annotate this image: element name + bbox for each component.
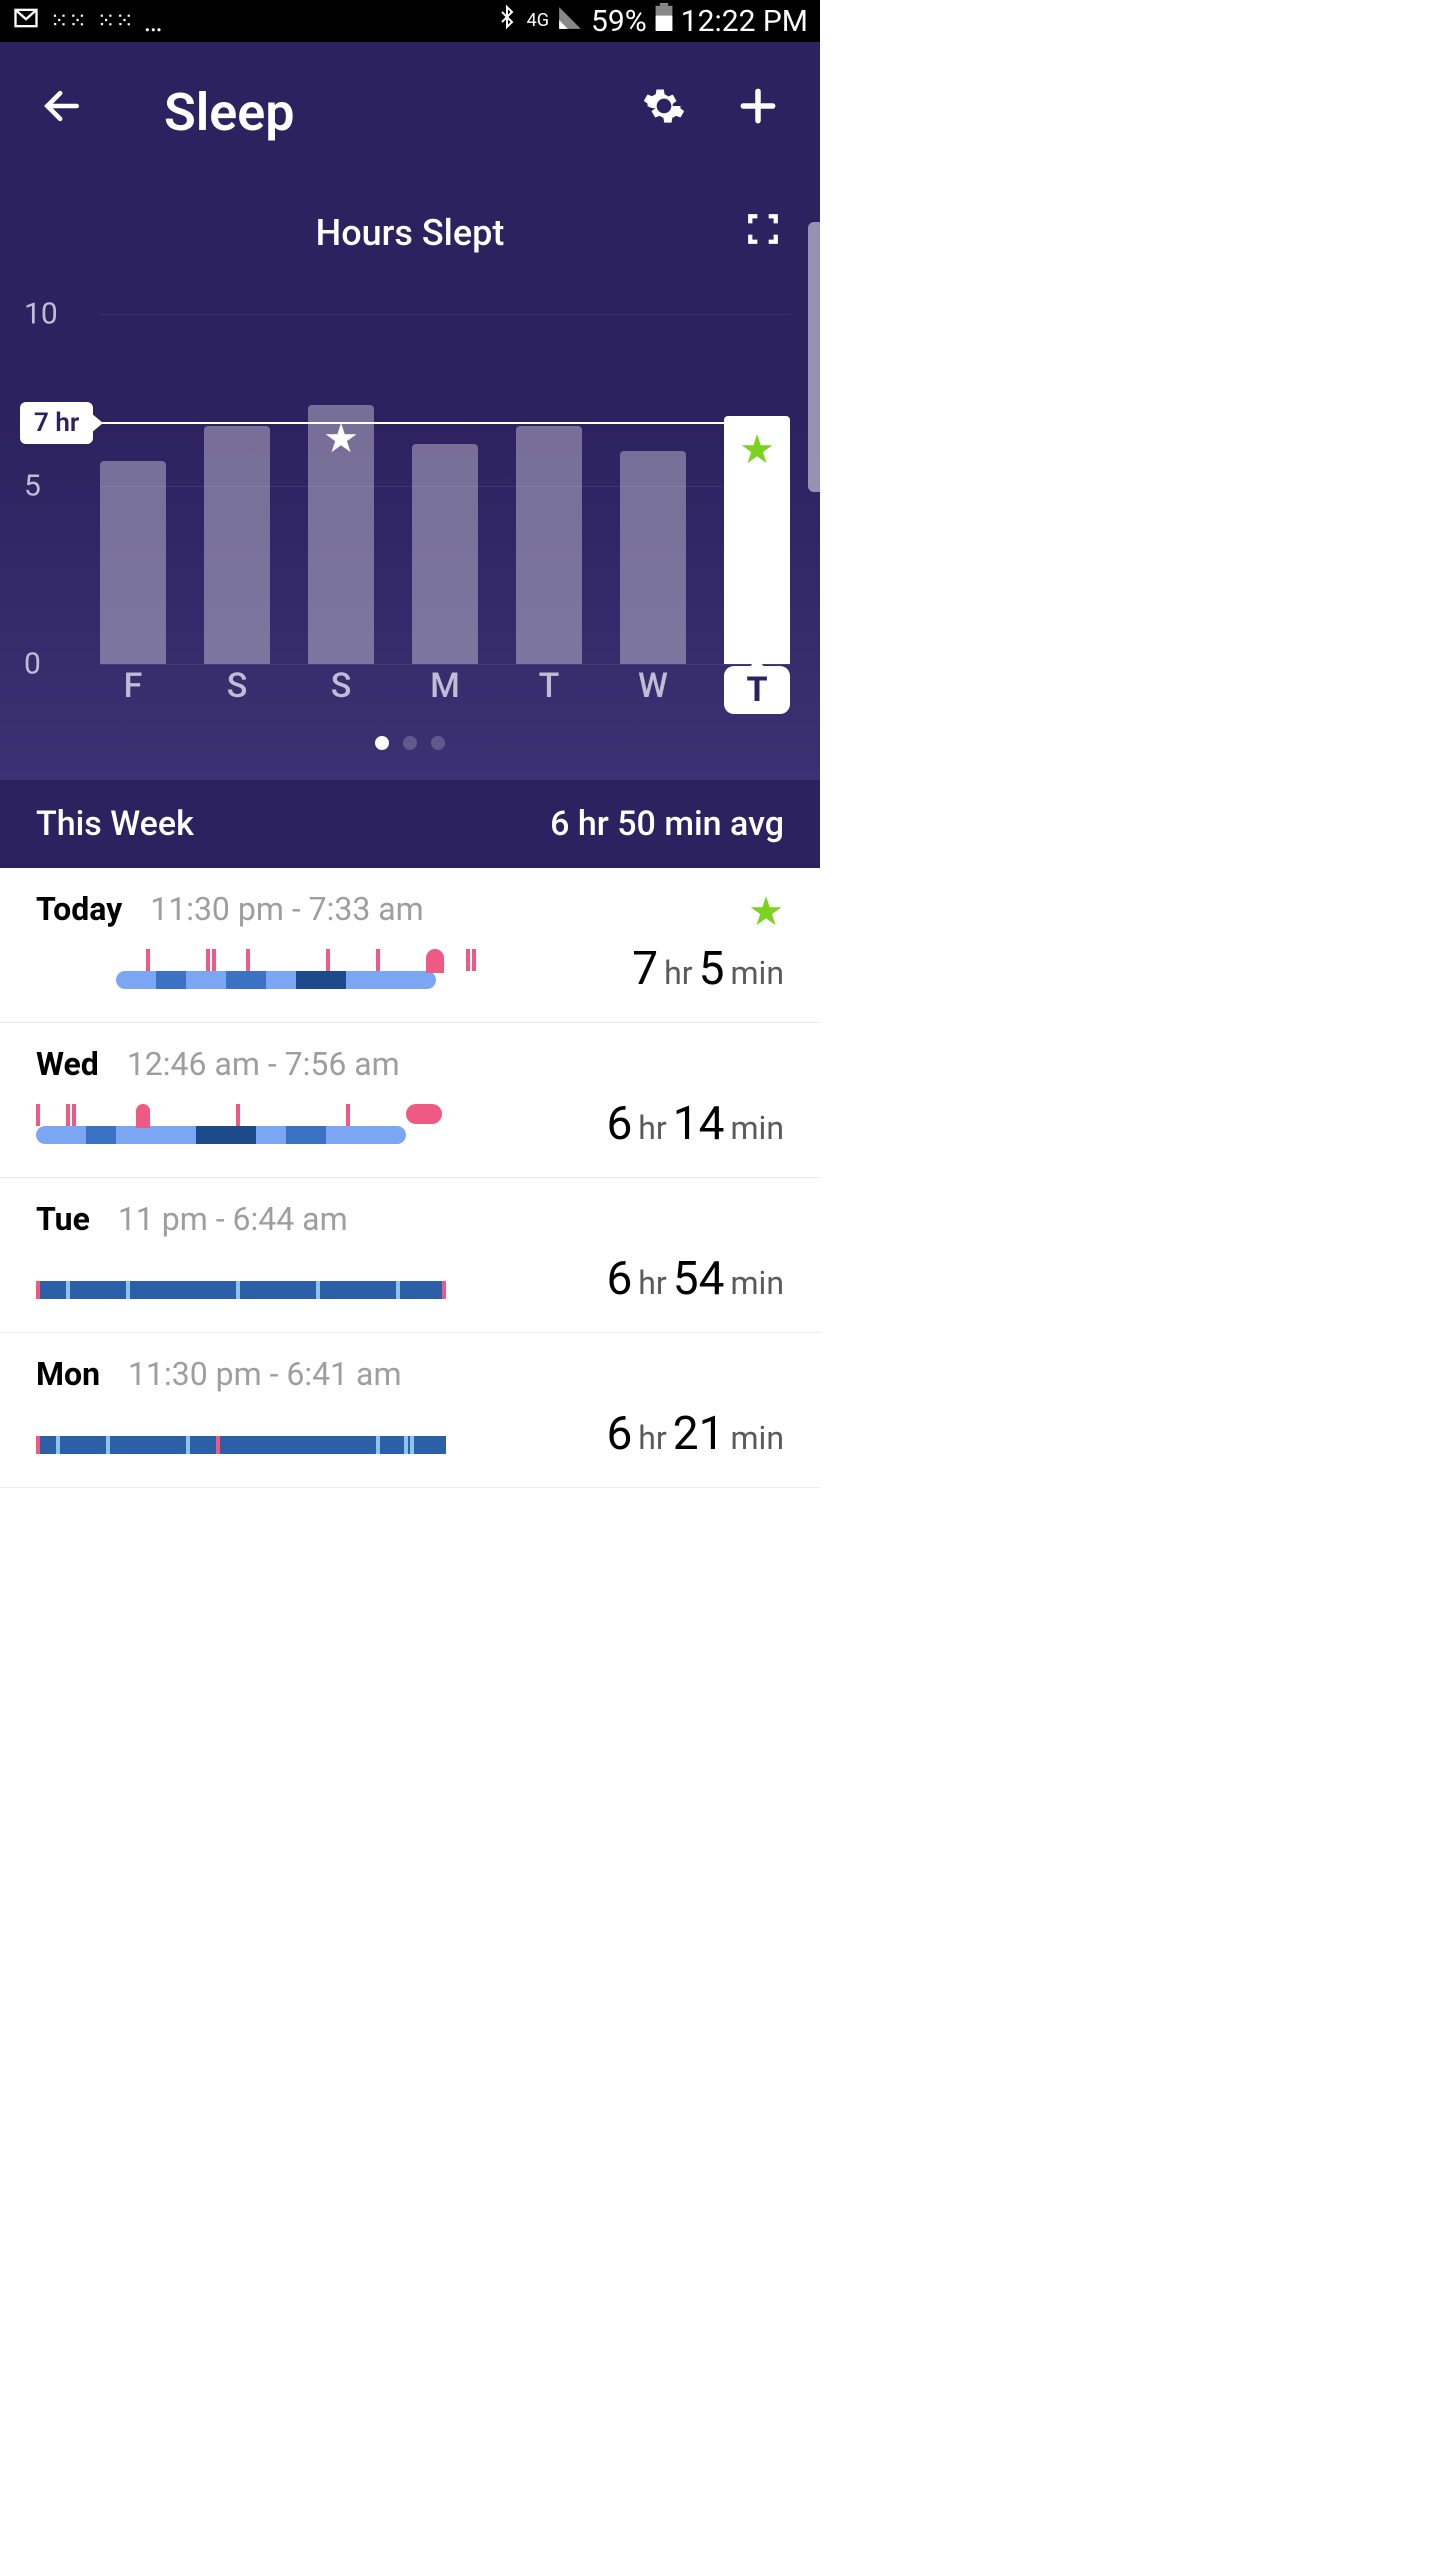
chart-bar[interactable] xyxy=(516,426,582,664)
chart-bar[interactable] xyxy=(100,461,166,664)
entry-times: 11 pm - 6:44 am xyxy=(118,1200,348,1238)
sleep-entries-list: Today 11:30 pm - 7:33 am 7hr 5min ★ Wed … xyxy=(0,868,820,1488)
sleep-stages-graphic xyxy=(36,949,466,989)
x-tick-label[interactable]: T xyxy=(516,666,582,714)
sleep-stages-graphic xyxy=(36,1259,466,1299)
entry-day: Tue xyxy=(36,1200,90,1238)
sleep-entry[interactable]: Mon 11:30 pm - 6:41 am 6hr 21min xyxy=(0,1333,820,1488)
sleep-entry[interactable]: Today 11:30 pm - 7:33 am 7hr 5min ★ xyxy=(0,868,820,1023)
page-title: Sleep xyxy=(164,82,294,143)
scroll-handle[interactable] xyxy=(808,222,820,492)
page-dot[interactable] xyxy=(403,736,417,750)
star-icon: ★ xyxy=(739,426,775,473)
entry-duration: 6hr 21min xyxy=(606,1407,784,1461)
y-tick: 5 xyxy=(24,469,41,504)
signal-icon xyxy=(557,4,583,39)
x-tick-label[interactable]: M xyxy=(412,666,478,714)
chart-bar[interactable]: ★ xyxy=(308,405,374,664)
chart-title: Hours Slept xyxy=(316,212,505,254)
x-tick-label[interactable]: S xyxy=(308,666,374,714)
page-dot[interactable] xyxy=(375,736,389,750)
chart-bar[interactable] xyxy=(620,451,686,665)
entry-day: Mon xyxy=(36,1355,100,1393)
x-tick-label[interactable]: T xyxy=(724,666,790,714)
battery-icon xyxy=(655,3,673,39)
entry-duration: 6hr 54min xyxy=(606,1252,784,1306)
entry-day: Today xyxy=(36,890,122,928)
goal-badge: 7 hr xyxy=(20,402,93,444)
expand-chart-button[interactable] xyxy=(746,212,780,255)
chart-bar[interactable] xyxy=(412,444,478,665)
network-label: 4G xyxy=(527,12,549,30)
page-indicator[interactable] xyxy=(0,714,820,760)
sleep-stages-graphic xyxy=(36,1414,466,1454)
battery-pct: 59% xyxy=(591,4,647,39)
y-tick: 0 xyxy=(24,647,41,682)
app-icon: ⁙⁙ xyxy=(97,9,134,34)
clock-time: 12:22 PM xyxy=(681,4,808,39)
sleep-stages-graphic xyxy=(36,1104,466,1144)
bluetooth-icon xyxy=(495,3,519,39)
app-header: Sleep xyxy=(0,42,820,182)
x-tick-label[interactable]: F xyxy=(100,666,166,714)
entry-times: 11:30 pm - 6:41 am xyxy=(128,1355,401,1393)
week-summary-bar: This Week 6 hr 50 min avg xyxy=(0,780,820,868)
y-tick: 10 xyxy=(24,297,58,332)
goal-line: 7 hr xyxy=(20,422,790,424)
entry-duration: 7hr 5min xyxy=(632,942,784,996)
more-icon: … xyxy=(144,5,165,38)
chart-canvas[interactable]: 10 5 0 ★★ 7 hr FSSMTWT xyxy=(0,284,820,714)
chart-bar[interactable] xyxy=(204,426,270,664)
entry-times: 11:30 pm - 7:33 am xyxy=(150,890,423,928)
entry-day: Wed xyxy=(36,1045,99,1083)
chart-bar[interactable]: ★ xyxy=(724,416,790,665)
star-icon: ★ xyxy=(748,888,784,935)
app-icon: ⁙⁙ xyxy=(50,9,87,34)
hours-slept-chart: Hours Slept 10 5 0 ★★ 7 hr FSSMTWT xyxy=(0,182,820,780)
sleep-entry[interactable]: Tue 11 pm - 6:44 am 6hr 54min xyxy=(0,1178,820,1333)
add-button[interactable] xyxy=(736,84,780,140)
gridline xyxy=(100,664,790,665)
mail-icon xyxy=(12,4,40,39)
summary-label: This Week xyxy=(36,804,194,844)
x-tick-label[interactable]: S xyxy=(204,666,270,714)
entry-duration: 6hr 14min xyxy=(606,1097,784,1151)
android-status-bar: ⁙⁙ ⁙⁙ … 4G 59% 12:22 PM xyxy=(0,0,820,42)
page-dot[interactable] xyxy=(431,736,445,750)
settings-button[interactable] xyxy=(642,84,686,140)
summary-avg: 6 hr 50 min avg xyxy=(550,804,784,844)
x-tick-label[interactable]: W xyxy=(620,666,686,714)
entry-times: 12:46 am - 7:56 am xyxy=(127,1045,400,1083)
back-button[interactable] xyxy=(40,84,84,140)
sleep-entry[interactable]: Wed 12:46 am - 7:56 am 6hr 14min xyxy=(0,1023,820,1178)
